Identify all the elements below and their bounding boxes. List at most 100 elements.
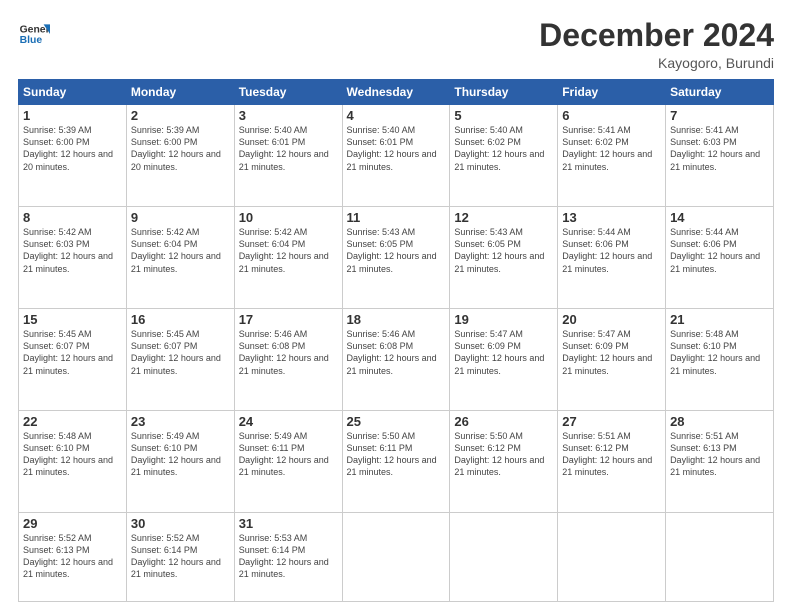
day-info: Sunrise: 5:48 AMSunset: 6:10 PMDaylight:… — [670, 329, 760, 375]
day-info: Sunrise: 5:44 AMSunset: 6:06 PMDaylight:… — [670, 227, 760, 273]
week-row-4: 22 Sunrise: 5:48 AMSunset: 6:10 PMDaylig… — [19, 411, 774, 513]
day-info: Sunrise: 5:46 AMSunset: 6:08 PMDaylight:… — [239, 329, 329, 375]
day-cell-31: 31 Sunrise: 5:53 AMSunset: 6:14 PMDaylig… — [234, 513, 342, 602]
day-cell-4: 4 Sunrise: 5:40 AMSunset: 6:01 PMDayligh… — [342, 105, 450, 207]
subtitle: Kayogoro, Burundi — [539, 55, 774, 71]
day-number: 21 — [670, 312, 769, 327]
day-cell-25: 25 Sunrise: 5:50 AMSunset: 6:11 PMDaylig… — [342, 411, 450, 513]
day-number: 8 — [23, 210, 122, 225]
day-info: Sunrise: 5:52 AMSunset: 6:14 PMDaylight:… — [131, 533, 221, 579]
day-info: Sunrise: 5:40 AMSunset: 6:02 PMDaylight:… — [454, 125, 544, 171]
day-number: 3 — [239, 108, 338, 123]
day-number: 10 — [239, 210, 338, 225]
title-block: December 2024 Kayogoro, Burundi — [539, 18, 774, 71]
header: General Blue December 2024 Kayogoro, Bur… — [18, 18, 774, 71]
day-number: 11 — [347, 210, 446, 225]
day-info: Sunrise: 5:43 AMSunset: 6:05 PMDaylight:… — [454, 227, 544, 273]
day-cell-15: 15 Sunrise: 5:45 AMSunset: 6:07 PMDaylig… — [19, 309, 127, 411]
day-cell-28: 28 Sunrise: 5:51 AMSunset: 6:13 PMDaylig… — [666, 411, 774, 513]
empty-cell — [450, 513, 558, 602]
day-info: Sunrise: 5:42 AMSunset: 6:04 PMDaylight:… — [239, 227, 329, 273]
day-info: Sunrise: 5:50 AMSunset: 6:12 PMDaylight:… — [454, 431, 544, 477]
day-number: 27 — [562, 414, 661, 429]
day-cell-12: 12 Sunrise: 5:43 AMSunset: 6:05 PMDaylig… — [450, 207, 558, 309]
day-number: 22 — [23, 414, 122, 429]
day-number: 25 — [347, 414, 446, 429]
col-thursday: Thursday — [450, 80, 558, 105]
day-cell-14: 14 Sunrise: 5:44 AMSunset: 6:06 PMDaylig… — [666, 207, 774, 309]
week-row-5: 29 Sunrise: 5:52 AMSunset: 6:13 PMDaylig… — [19, 513, 774, 602]
logo-icon: General Blue — [18, 18, 50, 50]
day-number: 17 — [239, 312, 338, 327]
day-cell-13: 13 Sunrise: 5:44 AMSunset: 6:06 PMDaylig… — [558, 207, 666, 309]
svg-text:Blue: Blue — [20, 35, 43, 46]
day-cell-10: 10 Sunrise: 5:42 AMSunset: 6:04 PMDaylig… — [234, 207, 342, 309]
day-number: 19 — [454, 312, 553, 327]
week-row-2: 8 Sunrise: 5:42 AMSunset: 6:03 PMDayligh… — [19, 207, 774, 309]
col-friday: Friday — [558, 80, 666, 105]
col-wednesday: Wednesday — [342, 80, 450, 105]
day-cell-18: 18 Sunrise: 5:46 AMSunset: 6:08 PMDaylig… — [342, 309, 450, 411]
calendar-header-row: Sunday Monday Tuesday Wednesday Thursday… — [19, 80, 774, 105]
day-info: Sunrise: 5:41 AMSunset: 6:02 PMDaylight:… — [562, 125, 652, 171]
day-info: Sunrise: 5:47 AMSunset: 6:09 PMDaylight:… — [454, 329, 544, 375]
day-cell-8: 8 Sunrise: 5:42 AMSunset: 6:03 PMDayligh… — [19, 207, 127, 309]
empty-cell — [666, 513, 774, 602]
day-cell-11: 11 Sunrise: 5:43 AMSunset: 6:05 PMDaylig… — [342, 207, 450, 309]
day-number: 4 — [347, 108, 446, 123]
day-info: Sunrise: 5:42 AMSunset: 6:04 PMDaylight:… — [131, 227, 221, 273]
day-cell-16: 16 Sunrise: 5:45 AMSunset: 6:07 PMDaylig… — [126, 309, 234, 411]
day-info: Sunrise: 5:43 AMSunset: 6:05 PMDaylight:… — [347, 227, 437, 273]
day-info: Sunrise: 5:45 AMSunset: 6:07 PMDaylight:… — [131, 329, 221, 375]
day-number: 16 — [131, 312, 230, 327]
day-cell-23: 23 Sunrise: 5:49 AMSunset: 6:10 PMDaylig… — [126, 411, 234, 513]
day-number: 5 — [454, 108, 553, 123]
day-number: 7 — [670, 108, 769, 123]
day-cell-20: 20 Sunrise: 5:47 AMSunset: 6:09 PMDaylig… — [558, 309, 666, 411]
col-tuesday: Tuesday — [234, 80, 342, 105]
day-number: 28 — [670, 414, 769, 429]
col-sunday: Sunday — [19, 80, 127, 105]
day-info: Sunrise: 5:42 AMSunset: 6:03 PMDaylight:… — [23, 227, 113, 273]
day-info: Sunrise: 5:39 AMSunset: 6:00 PMDaylight:… — [23, 125, 113, 171]
day-number: 14 — [670, 210, 769, 225]
page: General Blue December 2024 Kayogoro, Bur… — [0, 0, 792, 612]
day-number: 1 — [23, 108, 122, 123]
col-monday: Monday — [126, 80, 234, 105]
day-cell-30: 30 Sunrise: 5:52 AMSunset: 6:14 PMDaylig… — [126, 513, 234, 602]
day-cell-2: 2 Sunrise: 5:39 AMSunset: 6:00 PMDayligh… — [126, 105, 234, 207]
main-title: December 2024 — [539, 18, 774, 53]
day-cell-7: 7 Sunrise: 5:41 AMSunset: 6:03 PMDayligh… — [666, 105, 774, 207]
day-info: Sunrise: 5:50 AMSunset: 6:11 PMDaylight:… — [347, 431, 437, 477]
day-number: 6 — [562, 108, 661, 123]
day-info: Sunrise: 5:44 AMSunset: 6:06 PMDaylight:… — [562, 227, 652, 273]
day-cell-5: 5 Sunrise: 5:40 AMSunset: 6:02 PMDayligh… — [450, 105, 558, 207]
day-info: Sunrise: 5:39 AMSunset: 6:00 PMDaylight:… — [131, 125, 221, 171]
col-saturday: Saturday — [666, 80, 774, 105]
day-cell-3: 3 Sunrise: 5:40 AMSunset: 6:01 PMDayligh… — [234, 105, 342, 207]
day-info: Sunrise: 5:48 AMSunset: 6:10 PMDaylight:… — [23, 431, 113, 477]
day-number: 12 — [454, 210, 553, 225]
day-cell-26: 26 Sunrise: 5:50 AMSunset: 6:12 PMDaylig… — [450, 411, 558, 513]
day-number: 24 — [239, 414, 338, 429]
day-number: 9 — [131, 210, 230, 225]
day-number: 15 — [23, 312, 122, 327]
day-cell-24: 24 Sunrise: 5:49 AMSunset: 6:11 PMDaylig… — [234, 411, 342, 513]
day-info: Sunrise: 5:40 AMSunset: 6:01 PMDaylight:… — [347, 125, 437, 171]
empty-cell — [558, 513, 666, 602]
day-number: 20 — [562, 312, 661, 327]
day-number: 30 — [131, 516, 230, 531]
day-cell-17: 17 Sunrise: 5:46 AMSunset: 6:08 PMDaylig… — [234, 309, 342, 411]
day-cell-29: 29 Sunrise: 5:52 AMSunset: 6:13 PMDaylig… — [19, 513, 127, 602]
day-cell-9: 9 Sunrise: 5:42 AMSunset: 6:04 PMDayligh… — [126, 207, 234, 309]
day-number: 26 — [454, 414, 553, 429]
day-info: Sunrise: 5:49 AMSunset: 6:11 PMDaylight:… — [239, 431, 329, 477]
day-info: Sunrise: 5:51 AMSunset: 6:12 PMDaylight:… — [562, 431, 652, 477]
day-info: Sunrise: 5:41 AMSunset: 6:03 PMDaylight:… — [670, 125, 760, 171]
day-info: Sunrise: 5:51 AMSunset: 6:13 PMDaylight:… — [670, 431, 760, 477]
day-number: 23 — [131, 414, 230, 429]
day-info: Sunrise: 5:49 AMSunset: 6:10 PMDaylight:… — [131, 431, 221, 477]
day-info: Sunrise: 5:53 AMSunset: 6:14 PMDaylight:… — [239, 533, 329, 579]
day-cell-27: 27 Sunrise: 5:51 AMSunset: 6:12 PMDaylig… — [558, 411, 666, 513]
day-number: 29 — [23, 516, 122, 531]
